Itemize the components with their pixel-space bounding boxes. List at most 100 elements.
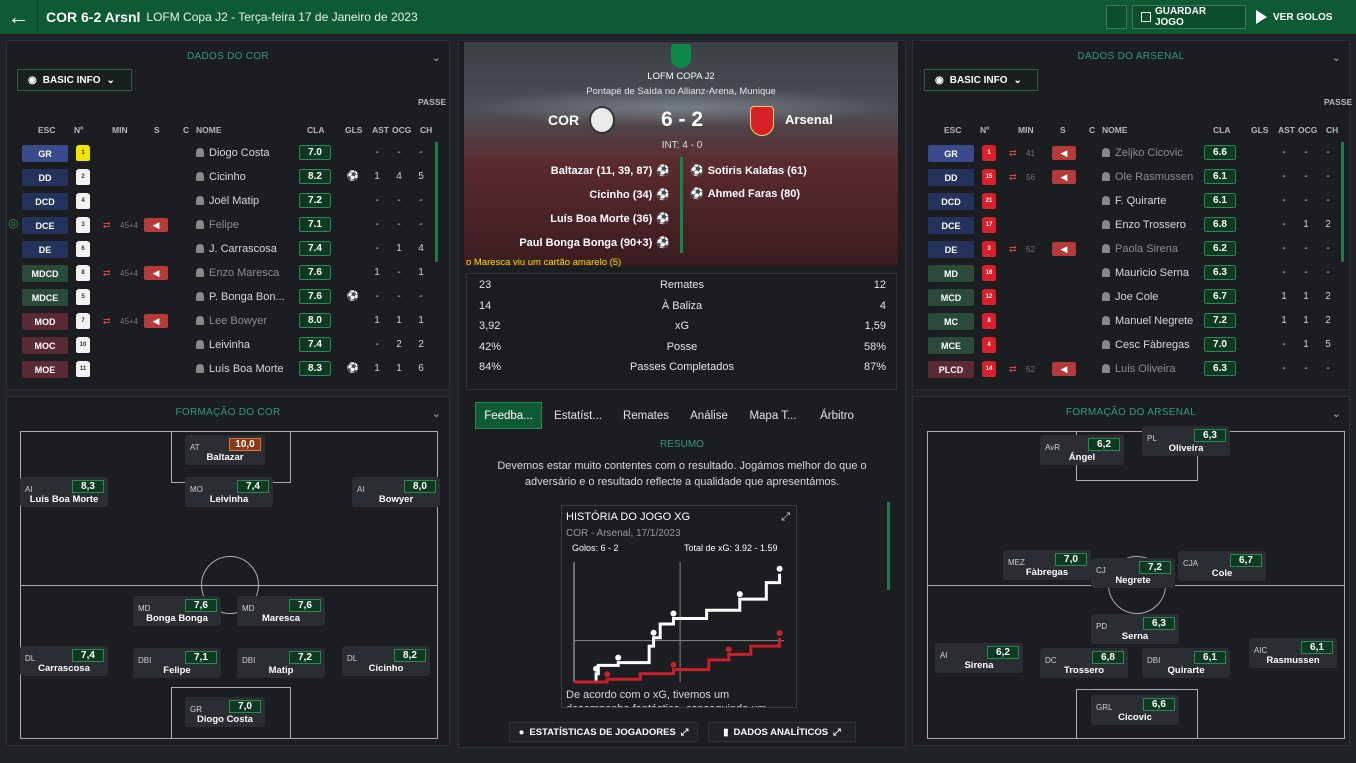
formation-player[interactable]: GR 7,0 Diogo Costa	[185, 697, 265, 727]
header-passe[interactable]: PASSE	[1324, 97, 1352, 107]
header-min[interactable]: MIN	[1018, 125, 1034, 135]
table-scrollbar[interactable]	[435, 142, 438, 262]
player-name[interactable]: Manuel Negrete	[1102, 315, 1202, 327]
formation-player[interactable]: CJA 6,7 Cole	[1178, 551, 1266, 581]
save-game-button[interactable]: GUARDAR JOGO	[1132, 5, 1246, 29]
header-esc[interactable]: ESC	[38, 125, 55, 135]
player-name[interactable]: Diogo Costa	[196, 147, 296, 159]
header-c[interactable]: C	[183, 125, 189, 135]
formation-player[interactable]: PL 6,3 Oliveira	[1142, 426, 1230, 456]
header-ast[interactable]: AST	[1278, 125, 1295, 135]
player-row[interactable]: DCE 3 ⇄ 45+4 ◀ ◎ Felipe 7.1 - - -	[8, 214, 428, 236]
player-row[interactable]: MOC 10 Leivinha 7.4 - 2 2	[8, 334, 428, 356]
header-gls[interactable]: GLS	[1251, 125, 1268, 135]
header-ocg[interactable]: OCG	[1298, 125, 1317, 135]
player-row[interactable]: GR 1 ⇄ 41 ◀ Zeljko Cicovic 6.6 - - -	[914, 142, 1334, 164]
formation-player[interactable]: MD 7,6 Bonga Bonga	[133, 596, 221, 626]
header-ch[interactable]: CH	[420, 125, 432, 135]
player-row[interactable]: DCD 4 Joël Matip 7.2 - - -	[8, 190, 428, 212]
formation-player[interactable]: DL 8,2 Cicinho	[342, 646, 430, 676]
formation-player[interactable]: AI 8,3 Luís Boa Morte	[20, 477, 108, 507]
player-name[interactable]: Enzo Maresca	[196, 267, 296, 279]
tab-0[interactable]: Feedba...	[475, 402, 542, 429]
formation-player[interactable]: MEZ 7,0 Fàbregas	[1003, 550, 1091, 580]
player-stats-button[interactable]: ● ESTATÍSTICAS DE JOGADORES ⤢	[509, 722, 698, 742]
chevron-down-icon[interactable]: ⌄	[432, 407, 441, 420]
tab-3[interactable]: Análise	[683, 402, 735, 429]
header-ast[interactable]: AST	[372, 125, 389, 135]
formation-player[interactable]: AIC 6,1 Rasmussen	[1249, 638, 1337, 668]
player-row[interactable]: DE 3 ⇄ 52 ◀ Paola Sirena 6.2 - - -	[914, 238, 1334, 260]
player-row[interactable]: DE 6 J. Carrascosa 7.4 - 1 4	[8, 238, 428, 260]
header-nome[interactable]: NOME	[196, 125, 222, 135]
header-cla[interactable]: CLA	[307, 125, 324, 135]
formation-player[interactable]: DL 7,4 Carrascosa	[20, 646, 108, 676]
player-name[interactable]: Joël Matip	[196, 195, 296, 207]
header-nome[interactable]: NOME	[1102, 125, 1128, 135]
player-row[interactable]: MDCD 8 ⇄ 45+4 ◀ Enzo Maresca 7.6 1 - 1	[8, 262, 428, 284]
player-name[interactable]: Felipe	[196, 219, 296, 231]
square-button[interactable]	[1106, 5, 1127, 29]
player-row[interactable]: PLCD 14 ⇄ 52 ◀ Luis Oliveira 6.3 - - -	[914, 358, 1334, 380]
player-name[interactable]: Luís Boa Morte	[196, 363, 296, 375]
tab-5[interactable]: Árbitro	[811, 402, 863, 429]
player-name[interactable]: P. Bonga Bon...	[196, 291, 296, 303]
header-s[interactable]: S	[154, 125, 160, 135]
tab-1[interactable]: Estatíst...	[548, 402, 608, 429]
formation-player[interactable]: DBI 7,1 Felipe	[133, 648, 221, 678]
table-scrollbar[interactable]	[1341, 142, 1344, 262]
player-name[interactable]: Luis Oliveira	[1102, 363, 1202, 375]
player-name[interactable]: Zeljko Cicovic	[1102, 147, 1202, 159]
header-ch[interactable]: CH	[1326, 125, 1338, 135]
player-name[interactable]: Paola Sirena	[1102, 243, 1202, 255]
header-ocg[interactable]: OCG	[392, 125, 411, 135]
view-goals-button[interactable]: VER GOLOS	[1256, 5, 1332, 29]
tab-2[interactable]: Remates	[617, 402, 675, 429]
header-passe[interactable]: PASSE	[418, 97, 446, 107]
player-name[interactable]: Lee Bowyer	[196, 315, 296, 327]
player-name[interactable]: Joe Cole	[1102, 291, 1202, 303]
back-arrow-icon[interactable]: ←	[0, 0, 38, 34]
formation-player[interactable]: MD 7,6 Maresca	[237, 596, 325, 626]
formation-player[interactable]: DC 6,8 Trossero	[1040, 648, 1128, 678]
player-name[interactable]: Mauricio Serna	[1102, 267, 1202, 279]
player-name[interactable]: J. Carrascosa	[196, 243, 296, 255]
formation-player[interactable]: AI 6,2 Sirena	[935, 643, 1023, 673]
formation-player[interactable]: MO 7,4 Leivinha	[185, 477, 273, 507]
formation-player[interactable]: PD 6,3 Serna	[1091, 614, 1179, 644]
player-row[interactable]: MCE 4 Cesc Fàbregas 7.0 - 1 5	[914, 334, 1334, 356]
header-cla[interactable]: CLA	[1213, 125, 1230, 135]
summary-scrollbar[interactable]	[887, 502, 890, 590]
chevron-down-icon[interactable]: ⌄	[1332, 51, 1341, 64]
formation-player[interactable]: GRL 6,6 Cicovic	[1091, 695, 1179, 725]
player-row[interactable]: MOE 11 Luís Boa Morte 8.3 ⚽ 1 1 6	[8, 358, 428, 380]
player-name[interactable]: F. Quirarte	[1102, 195, 1202, 207]
header-esc[interactable]: ESC	[944, 125, 961, 135]
header-s[interactable]: S	[1060, 125, 1066, 135]
player-row[interactable]: MDCE 5 P. Bonga Bon... 7.6 ⚽ - - -	[8, 286, 428, 308]
player-row[interactable]: MD 16 Mauricio Serna 6.3 - - -	[914, 262, 1334, 284]
header-c[interactable]: C	[1089, 125, 1095, 135]
player-row[interactable]: DCE 17 Enzo Trossero 6.8 - 1 2	[914, 214, 1334, 236]
player-name[interactable]: Leivinha	[196, 339, 296, 351]
expand-icon[interactable]: ⤢	[781, 511, 790, 524]
formation-player[interactable]: AvR 6,2 Ángel	[1040, 435, 1124, 465]
header-num[interactable]: Nº	[74, 125, 83, 135]
player-row[interactable]: DD 15 ⇄ 56 ◀ Ole Rasmussen 6.1 - - -	[914, 166, 1334, 188]
player-row[interactable]: MCD 12 Joe Cole 6.7 1 1 2	[914, 286, 1334, 308]
player-name[interactable]: Cesc Fàbregas	[1102, 339, 1202, 351]
player-name[interactable]: Enzo Trossero	[1102, 219, 1202, 231]
header-min[interactable]: MIN	[112, 125, 128, 135]
player-name[interactable]: Cicinho	[196, 171, 296, 183]
formation-player[interactable]: DBI 6,1 Quirarte	[1142, 648, 1230, 678]
player-row[interactable]: GR 1 Diogo Costa 7.0 - - -	[8, 142, 428, 164]
formation-player[interactable]: DBI 7,2 Matip	[237, 648, 325, 678]
player-row[interactable]: DD 2 Cicinho 8.2 ⚽ 1 4 5	[8, 166, 428, 188]
analytics-button[interactable]: ▮ DADOS ANALÍTICOS ⤢	[708, 722, 856, 742]
player-row[interactable]: MOD 7 ⇄ 45+4 ◀ Lee Bowyer 8.0 1 1 1	[8, 310, 428, 332]
arsenal-basic-info-dropdown[interactable]: ◉ BASIC INFO ⌄	[924, 69, 1038, 91]
formation-player[interactable]: AT 10,0 Baltazar	[185, 435, 265, 465]
player-row[interactable]: DCD 21 F. Quirarte 6.1 - - -	[914, 190, 1334, 212]
formation-player[interactable]: AI 8,0 Bowyer	[352, 477, 440, 507]
chevron-down-icon[interactable]: ⌄	[1332, 407, 1341, 420]
